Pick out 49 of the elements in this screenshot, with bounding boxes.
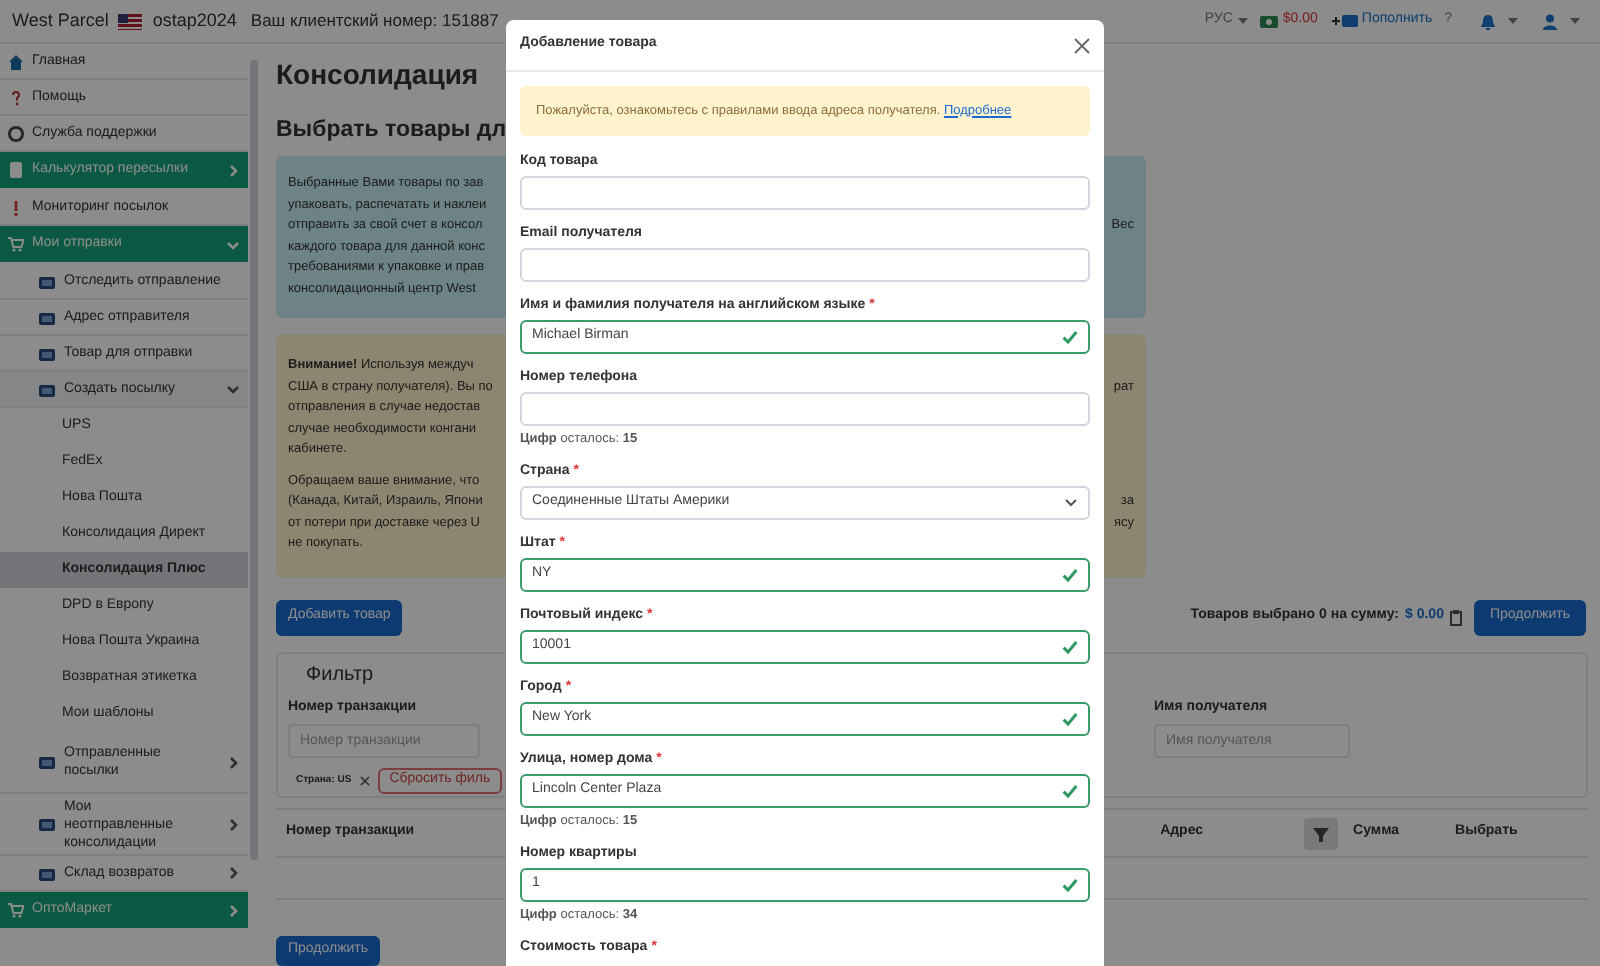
close-button[interactable] [1074,37,1090,53]
chevron-right-icon [226,755,240,769]
chevron-down-icon [226,237,240,251]
close-icon [359,776,370,786]
window-icon [38,865,56,881]
chevron-down-icon [226,382,240,396]
close-icon [1074,37,1090,53]
window-icon [38,816,56,832]
window-icon [38,345,56,361]
chevron-right-icon [226,817,240,831]
user-icon [1542,13,1558,29]
window-icon [38,754,56,770]
text-field[interactable] [520,392,1090,426]
chevron-right-icon [226,903,240,917]
username: ostap2024 [152,7,237,34]
clipboard-icon [1449,609,1462,625]
banknote-icon [1260,15,1279,27]
filter-title: Фильтр [304,661,374,689]
brand-name: West Parcel [12,7,109,34]
home-icon [8,53,24,69]
question-icon [8,89,24,105]
checkmark-icon [1062,712,1078,726]
cart-icon [8,902,24,918]
checkmark-icon [1062,568,1078,582]
caret-icon [1508,18,1518,24]
section-heading: Выбрать товары дл [276,116,507,146]
chevron-right-icon [226,866,240,880]
text-field[interactable] [520,176,1090,210]
checkmark-icon [1062,330,1078,344]
filter-icon [1303,817,1338,850]
chevron-down-icon [1064,498,1078,508]
support-icon [8,125,24,141]
client-number: Ваш клиентский номер: 151887 [250,8,499,34]
checkmark-icon [1062,878,1078,892]
chevron-right-icon [226,163,240,177]
plus-wallet-icon [1329,14,1358,28]
text-field[interactable] [520,248,1090,282]
caret-icon [1238,18,1249,24]
cart-icon [8,236,24,252]
window-icon [38,273,56,289]
page-title: Консолидация [276,56,479,94]
window-icon [38,309,56,325]
bell-icon [1480,13,1496,29]
checkmark-icon [1062,784,1078,798]
calculator-icon [8,162,24,178]
caret-icon [1570,18,1580,24]
window-icon [38,381,56,397]
checkmark-icon [1062,640,1078,654]
flag-icon [118,13,143,29]
